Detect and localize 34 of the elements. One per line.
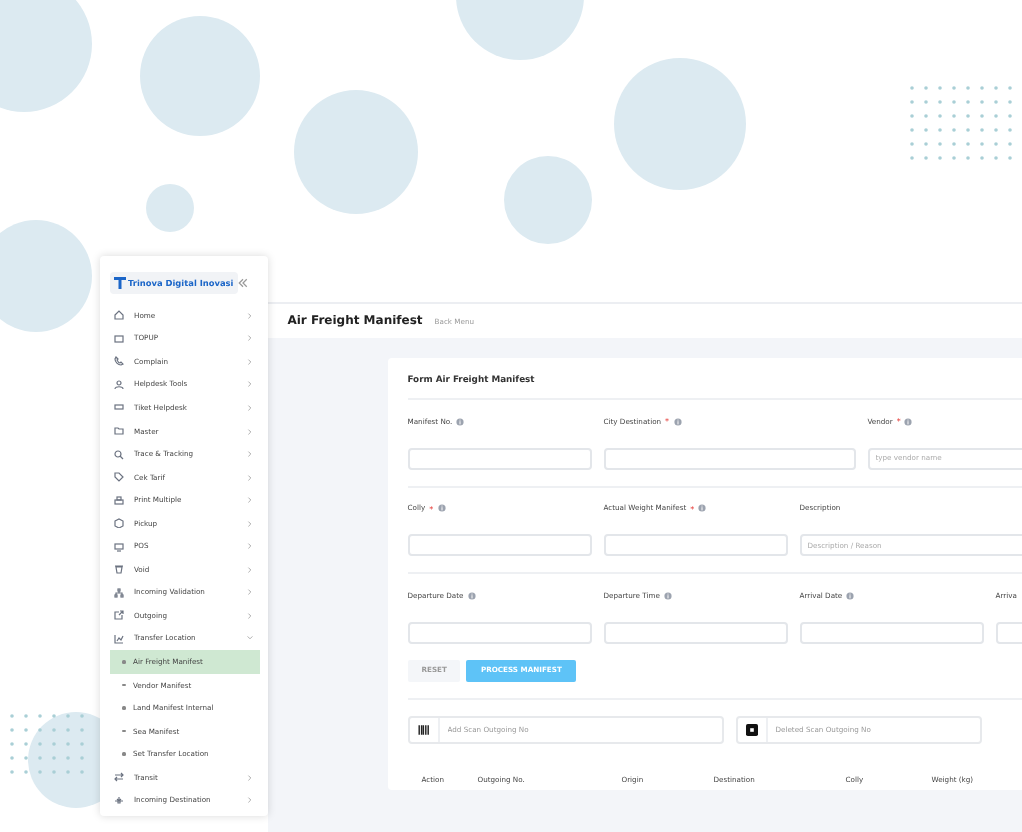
input-field[interactable] [603, 534, 788, 556]
collapse-icon[interactable] [237, 278, 248, 288]
stop-icon [745, 723, 758, 735]
folder-icon [114, 426, 124, 436]
transit-icon [114, 772, 124, 783]
monitor-icon [114, 541, 124, 552]
input-field[interactable] [407, 447, 592, 469]
decor-circle [504, 156, 592, 244]
input-field[interactable] [603, 621, 788, 643]
logo-icon [114, 276, 126, 290]
dot-pattern [10, 714, 84, 774]
search-icon [114, 449, 124, 460]
network-icon [114, 587, 124, 598]
input-field[interactable] [407, 534, 592, 556]
export-icon [114, 610, 124, 621]
box-icon [114, 518, 124, 529]
decor-circle [146, 184, 194, 232]
tag-icon [114, 472, 124, 483]
input-field[interactable] [995, 621, 1022, 643]
chart-icon [114, 633, 124, 644]
decor-circle [294, 90, 418, 214]
input-field[interactable] [407, 621, 592, 643]
home-icon [114, 310, 124, 321]
person-icon [114, 379, 124, 390]
decor-circle [140, 16, 260, 136]
input-field[interactable] [603, 447, 856, 469]
barcode-icon [417, 723, 430, 735]
printer-icon [114, 495, 124, 506]
trash-icon [114, 564, 124, 575]
dot-pattern [910, 86, 1012, 160]
input-field[interactable] [799, 621, 984, 643]
decor-circle [614, 58, 746, 190]
phone-icon [114, 356, 124, 367]
card-icon [114, 333, 124, 344]
